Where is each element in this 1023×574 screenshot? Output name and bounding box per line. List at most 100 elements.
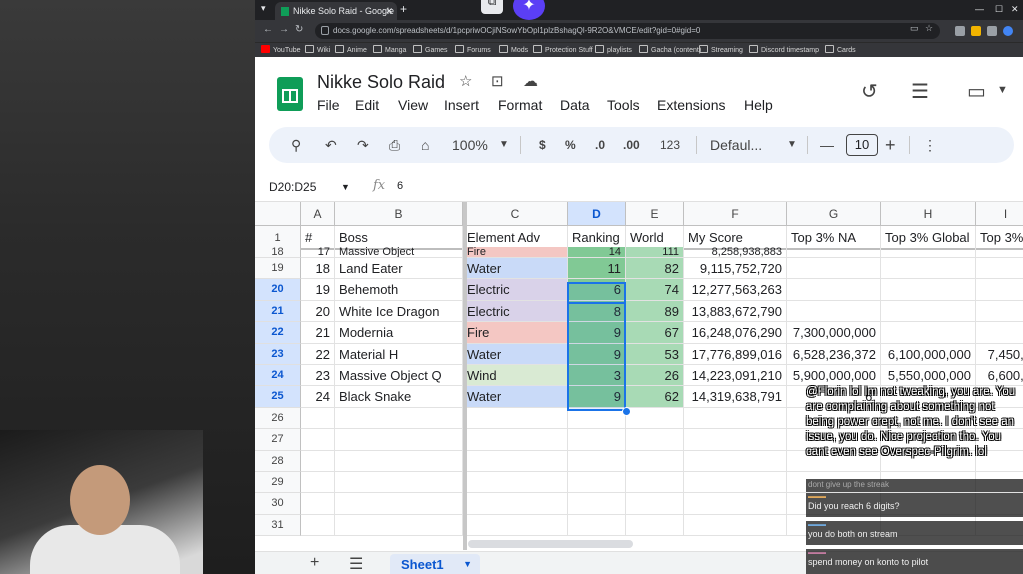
table-cell[interactable] bbox=[301, 450, 335, 472]
table-cell[interactable] bbox=[568, 450, 626, 472]
table-cell[interactable]: Wind bbox=[463, 365, 568, 387]
table-cell[interactable]: 17 bbox=[301, 247, 335, 258]
table-cell[interactable]: Fire bbox=[463, 322, 568, 344]
table-cell[interactable]: 7,450,0 bbox=[976, 344, 1023, 365]
table-cell[interactable]: 53 bbox=[626, 343, 684, 365]
table-cell[interactable] bbox=[335, 493, 463, 515]
cast-icon[interactable]: ▭ bbox=[910, 23, 919, 34]
add-sheet-button[interactable]: + bbox=[310, 554, 319, 572]
minimize-icon[interactable]: — bbox=[975, 4, 984, 14]
table-cell[interactable] bbox=[335, 514, 463, 537]
table-cell[interactable]: Massive Object Q bbox=[335, 365, 463, 387]
new-tab-button[interactable]: + bbox=[400, 2, 407, 16]
paint-format-icon[interactable]: ⌂ bbox=[421, 127, 429, 163]
table-cell[interactable]: Fire bbox=[463, 247, 568, 258]
table-cell[interactable] bbox=[463, 493, 568, 515]
table-cell[interactable] bbox=[787, 258, 881, 280]
cloud-status-icon[interactable]: ☁ bbox=[523, 72, 538, 90]
table-cell[interactable]: 6,600,0 bbox=[976, 365, 1023, 387]
extension-icon[interactable] bbox=[971, 26, 981, 36]
table-cell[interactable] bbox=[881, 247, 976, 258]
table-cell[interactable]: Land Eater bbox=[335, 258, 463, 280]
row-header[interactable]: 20 bbox=[255, 279, 301, 301]
table-cell[interactable]: 9 bbox=[568, 343, 626, 365]
table-cell[interactable] bbox=[568, 429, 626, 451]
meet-camera-icon[interactable]: ▭ bbox=[967, 79, 986, 104]
table-cell[interactable]: 20 bbox=[301, 300, 335, 323]
row-header[interactable]: 24 bbox=[255, 365, 301, 387]
zoom-select[interactable]: 100% bbox=[452, 127, 488, 163]
popout-icon[interactable]: ⧉ bbox=[481, 0, 503, 14]
table-cell[interactable] bbox=[626, 450, 684, 472]
menu-view[interactable]: View bbox=[398, 97, 428, 113]
table-cell[interactable] bbox=[301, 472, 335, 494]
bookmark-item[interactable]: Anime bbox=[335, 45, 367, 54]
menu-help[interactable]: Help bbox=[744, 97, 773, 113]
reload-icon[interactable]: ↻ bbox=[295, 24, 303, 35]
sheet-tab[interactable]: Sheet1 ▼ bbox=[390, 554, 480, 574]
table-cell[interactable]: Material H bbox=[335, 343, 463, 365]
table-cell[interactable]: 21 bbox=[301, 322, 335, 344]
bookmark-item[interactable]: Gacha (content) bbox=[639, 45, 701, 54]
close-tab-icon[interactable]: ✕ bbox=[385, 2, 393, 20]
profile-avatar[interactable] bbox=[1003, 26, 1013, 36]
row-header[interactable]: 25 bbox=[255, 386, 301, 408]
menu-file[interactable]: File bbox=[317, 97, 340, 113]
sparkle-assistant-icon[interactable]: ✦ bbox=[513, 0, 545, 20]
table-cell[interactable] bbox=[684, 514, 787, 537]
row-header[interactable]: 21 bbox=[255, 300, 301, 323]
bookmark-item[interactable]: Forums bbox=[455, 45, 491, 54]
document-title[interactable]: Nikke Solo Raid bbox=[317, 72, 445, 93]
table-cell[interactable] bbox=[463, 472, 568, 494]
row-header[interactable]: 28 bbox=[255, 450, 301, 472]
chevron-down-icon[interactable]: ▼ bbox=[787, 127, 797, 163]
decrease-font-size-button[interactable]: — bbox=[820, 127, 834, 163]
table-cell[interactable] bbox=[976, 322, 1023, 344]
table-cell[interactable] bbox=[335, 472, 463, 494]
horizontal-scrollbar[interactable] bbox=[468, 540, 633, 548]
table-cell[interactable] bbox=[568, 472, 626, 494]
row-header[interactable]: 27 bbox=[255, 429, 301, 451]
maximize-icon[interactable]: ☐ bbox=[995, 4, 1003, 15]
browser-tab[interactable]: Nikke Solo Raid - Google Sheets ✕ bbox=[275, 2, 397, 20]
table-cell[interactable] bbox=[335, 429, 463, 451]
table-cell[interactable] bbox=[684, 407, 787, 430]
close-window-icon[interactable]: ✕ bbox=[1011, 4, 1019, 15]
table-cell[interactable]: 14,319,638,791 bbox=[684, 386, 787, 408]
font-select[interactable]: Defaul... bbox=[710, 127, 762, 163]
table-cell[interactable]: Behemoth bbox=[335, 279, 463, 301]
name-box[interactable]: D20:D25 bbox=[269, 180, 316, 194]
table-cell[interactable] bbox=[335, 450, 463, 472]
bookmark-item[interactable]: YouTube bbox=[261, 45, 301, 54]
table-cell[interactable]: 6,100,000,000 bbox=[881, 343, 976, 365]
table-cell[interactable] bbox=[787, 279, 881, 301]
row-header[interactable]: 22 bbox=[255, 322, 301, 344]
freeze-divider[interactable] bbox=[463, 202, 467, 550]
font-size-input[interactable]: 10 bbox=[846, 134, 878, 156]
row-header[interactable]: 19 bbox=[255, 258, 301, 280]
table-cell[interactable]: 67 bbox=[626, 322, 684, 344]
table-cell[interactable]: 62 bbox=[626, 386, 684, 408]
bookmark-item[interactable]: Mods bbox=[499, 45, 528, 54]
row-header[interactable]: 26 bbox=[255, 407, 301, 430]
redo-icon[interactable]: ↷ bbox=[357, 127, 369, 163]
bookmark-item[interactable]: Cards bbox=[825, 45, 856, 54]
table-cell[interactable]: 8,258,938,883 bbox=[684, 247, 787, 258]
table-cell[interactable] bbox=[684, 429, 787, 451]
table-cell[interactable]: Massive Object bbox=[335, 247, 463, 258]
table-cell[interactable]: 6,528,236,372 bbox=[787, 343, 881, 365]
table-cell[interactable] bbox=[463, 450, 568, 472]
table-cell[interactable]: 74 bbox=[626, 279, 684, 301]
table-cell[interactable]: 89 bbox=[626, 300, 684, 323]
table-cell[interactable] bbox=[626, 472, 684, 494]
row-header[interactable]: 30 bbox=[255, 493, 301, 515]
table-cell[interactable]: 3 bbox=[568, 365, 626, 387]
version-history-icon[interactable]: ↺ bbox=[861, 79, 878, 104]
table-cell[interactable]: 18 bbox=[301, 258, 335, 280]
table-cell[interactable]: 7,300,000,000 bbox=[787, 322, 881, 344]
table-cell[interactable] bbox=[626, 514, 684, 537]
bookmark-item[interactable]: Protection Stuff bbox=[533, 45, 593, 54]
undo-icon[interactable]: ↶ bbox=[325, 127, 337, 163]
table-cell[interactable]: 11 bbox=[568, 258, 626, 280]
table-cell[interactable]: 22 bbox=[301, 343, 335, 365]
